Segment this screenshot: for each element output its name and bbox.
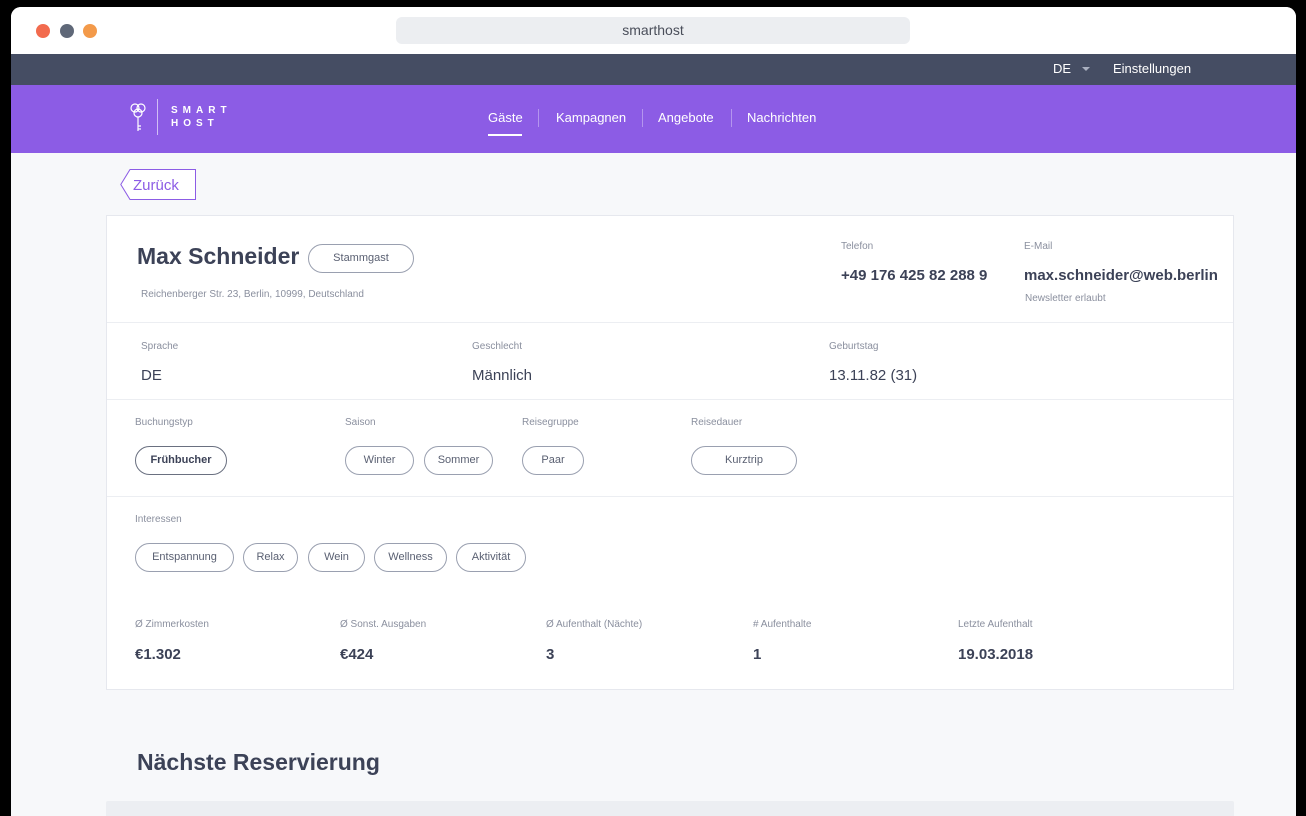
phone-label: Telefon (841, 241, 874, 252)
guest-status-badge: Stammgast (308, 244, 414, 273)
season-tag[interactable]: Winter (345, 446, 414, 475)
nav-item-kampagnen[interactable]: Kampagnen (556, 110, 626, 125)
interest-tag[interactable]: Relax (243, 543, 298, 572)
travel-duration-tag[interactable]: Kurztrip (691, 446, 797, 475)
browser-window: smarthost DE Einstellungen SMART HOST Gä… (11, 7, 1296, 816)
language-selector[interactable]: DE (1053, 61, 1071, 76)
back-button[interactable]: Zurück (120, 169, 196, 200)
interest-tag[interactable]: Aktivität (456, 543, 526, 572)
brand-line-1: SMART (171, 105, 232, 116)
booking-type-label: Buchungstyp (135, 417, 193, 428)
nav-separator (642, 109, 643, 127)
stat-label: # Aufenthalte (753, 619, 812, 630)
interests-section: Interessen Entspannung Relax Wein Wellne… (107, 497, 1233, 594)
newsletter-status: Newsletter erlaubt (1025, 293, 1106, 304)
back-button-label: Zurück (133, 177, 179, 194)
nav-item-angebote[interactable]: Angebote (658, 110, 714, 125)
guest-name: Max Schneider (137, 243, 300, 269)
language-label: Sprache (141, 341, 179, 352)
phone-value[interactable]: +49 176 425 82 288 9 (841, 267, 987, 284)
maximize-window-dot[interactable] (83, 24, 97, 38)
booking-type-tag[interactable]: Frühbucher (135, 446, 227, 475)
travel-duration-label: Reisedauer (691, 417, 743, 428)
birthday-label: Geburtstag (829, 341, 879, 352)
gender-value: Männlich (472, 367, 533, 384)
stat-label: Ø Sonst. Ausgaben (340, 619, 427, 630)
brand-logo[interactable]: SMART HOST (171, 104, 232, 130)
nav-item-nachrichten[interactable]: Nachrichten (747, 110, 816, 125)
stat-label: Ø Zimmerkosten (135, 619, 209, 630)
stat-label: Letzte Aufenthalt (958, 619, 1033, 630)
gender-label: Geschlecht (472, 341, 523, 352)
travel-group-tag[interactable]: Paar (522, 446, 584, 475)
title-bar: smarthost (11, 7, 1296, 54)
key-logo-icon (130, 103, 146, 131)
top-utility-bar: DE Einstellungen (11, 54, 1296, 85)
url-bar[interactable]: smarthost (396, 17, 910, 44)
birthday-value: 13.11.82 (31) (829, 367, 918, 384)
season-tag[interactable]: Sommer (424, 446, 493, 475)
main-navbar: SMART HOST Gäste Kampagnen Angebote Nach… (11, 85, 1296, 153)
guest-header-section: Max Schneider Stammgast Reichenberger St… (107, 216, 1233, 323)
chevron-down-icon[interactable] (1082, 67, 1090, 71)
nav-item-gaeste[interactable]: Gäste (488, 110, 523, 125)
stat-value: €424 (340, 646, 374, 663)
stat-label: Ø Aufenthalt (Nächte) (546, 619, 643, 630)
season-label: Saison (345, 417, 376, 428)
interest-tag[interactable]: Wellness (374, 543, 447, 572)
stat-value: €1.302 (135, 646, 181, 663)
close-window-dot[interactable] (36, 24, 50, 38)
guest-details-section: Sprache DE Geschlecht Männlich Geburtsta… (107, 323, 1233, 400)
guest-profile-card: Max Schneider Stammgast Reichenberger St… (106, 215, 1234, 690)
language-value: DE (141, 367, 162, 384)
interest-tag[interactable]: Entspannung (135, 543, 234, 572)
email-label: E-Mail (1024, 241, 1053, 252)
next-reservation-card[interactable] (106, 801, 1234, 816)
nav-active-indicator (488, 134, 522, 136)
guest-address: Reichenberger Str. 23, Berlin, 10999, De… (141, 289, 364, 300)
stat-value: 1 (753, 646, 762, 663)
stat-value: 3 (546, 646, 555, 663)
nav-separator (731, 109, 732, 127)
segments-section: Buchungstyp Frühbucher Saison Winter Som… (107, 400, 1233, 497)
nav-separator (538, 109, 539, 127)
travel-group-label: Reisegruppe (522, 417, 579, 428)
next-reservation-heading: Nächste Reservierung (137, 749, 380, 775)
email-value[interactable]: max.schneider@web.berlin (1024, 267, 1218, 284)
settings-link[interactable]: Einstellungen (1113, 61, 1191, 76)
logo-divider (157, 99, 158, 135)
stats-section: Ø Zimmerkosten €1.302 Ø Sonst. Ausgaben … (107, 594, 1233, 691)
interests-label: Interessen (135, 514, 182, 525)
brand-line-2: HOST (171, 118, 219, 129)
minimize-window-dot[interactable] (60, 24, 74, 38)
main-content: Zurück Max Schneider Stammgast Reichenbe… (11, 153, 1296, 816)
stat-value: 19.03.2018 (958, 646, 1034, 663)
interest-tag[interactable]: Wein (308, 543, 365, 572)
